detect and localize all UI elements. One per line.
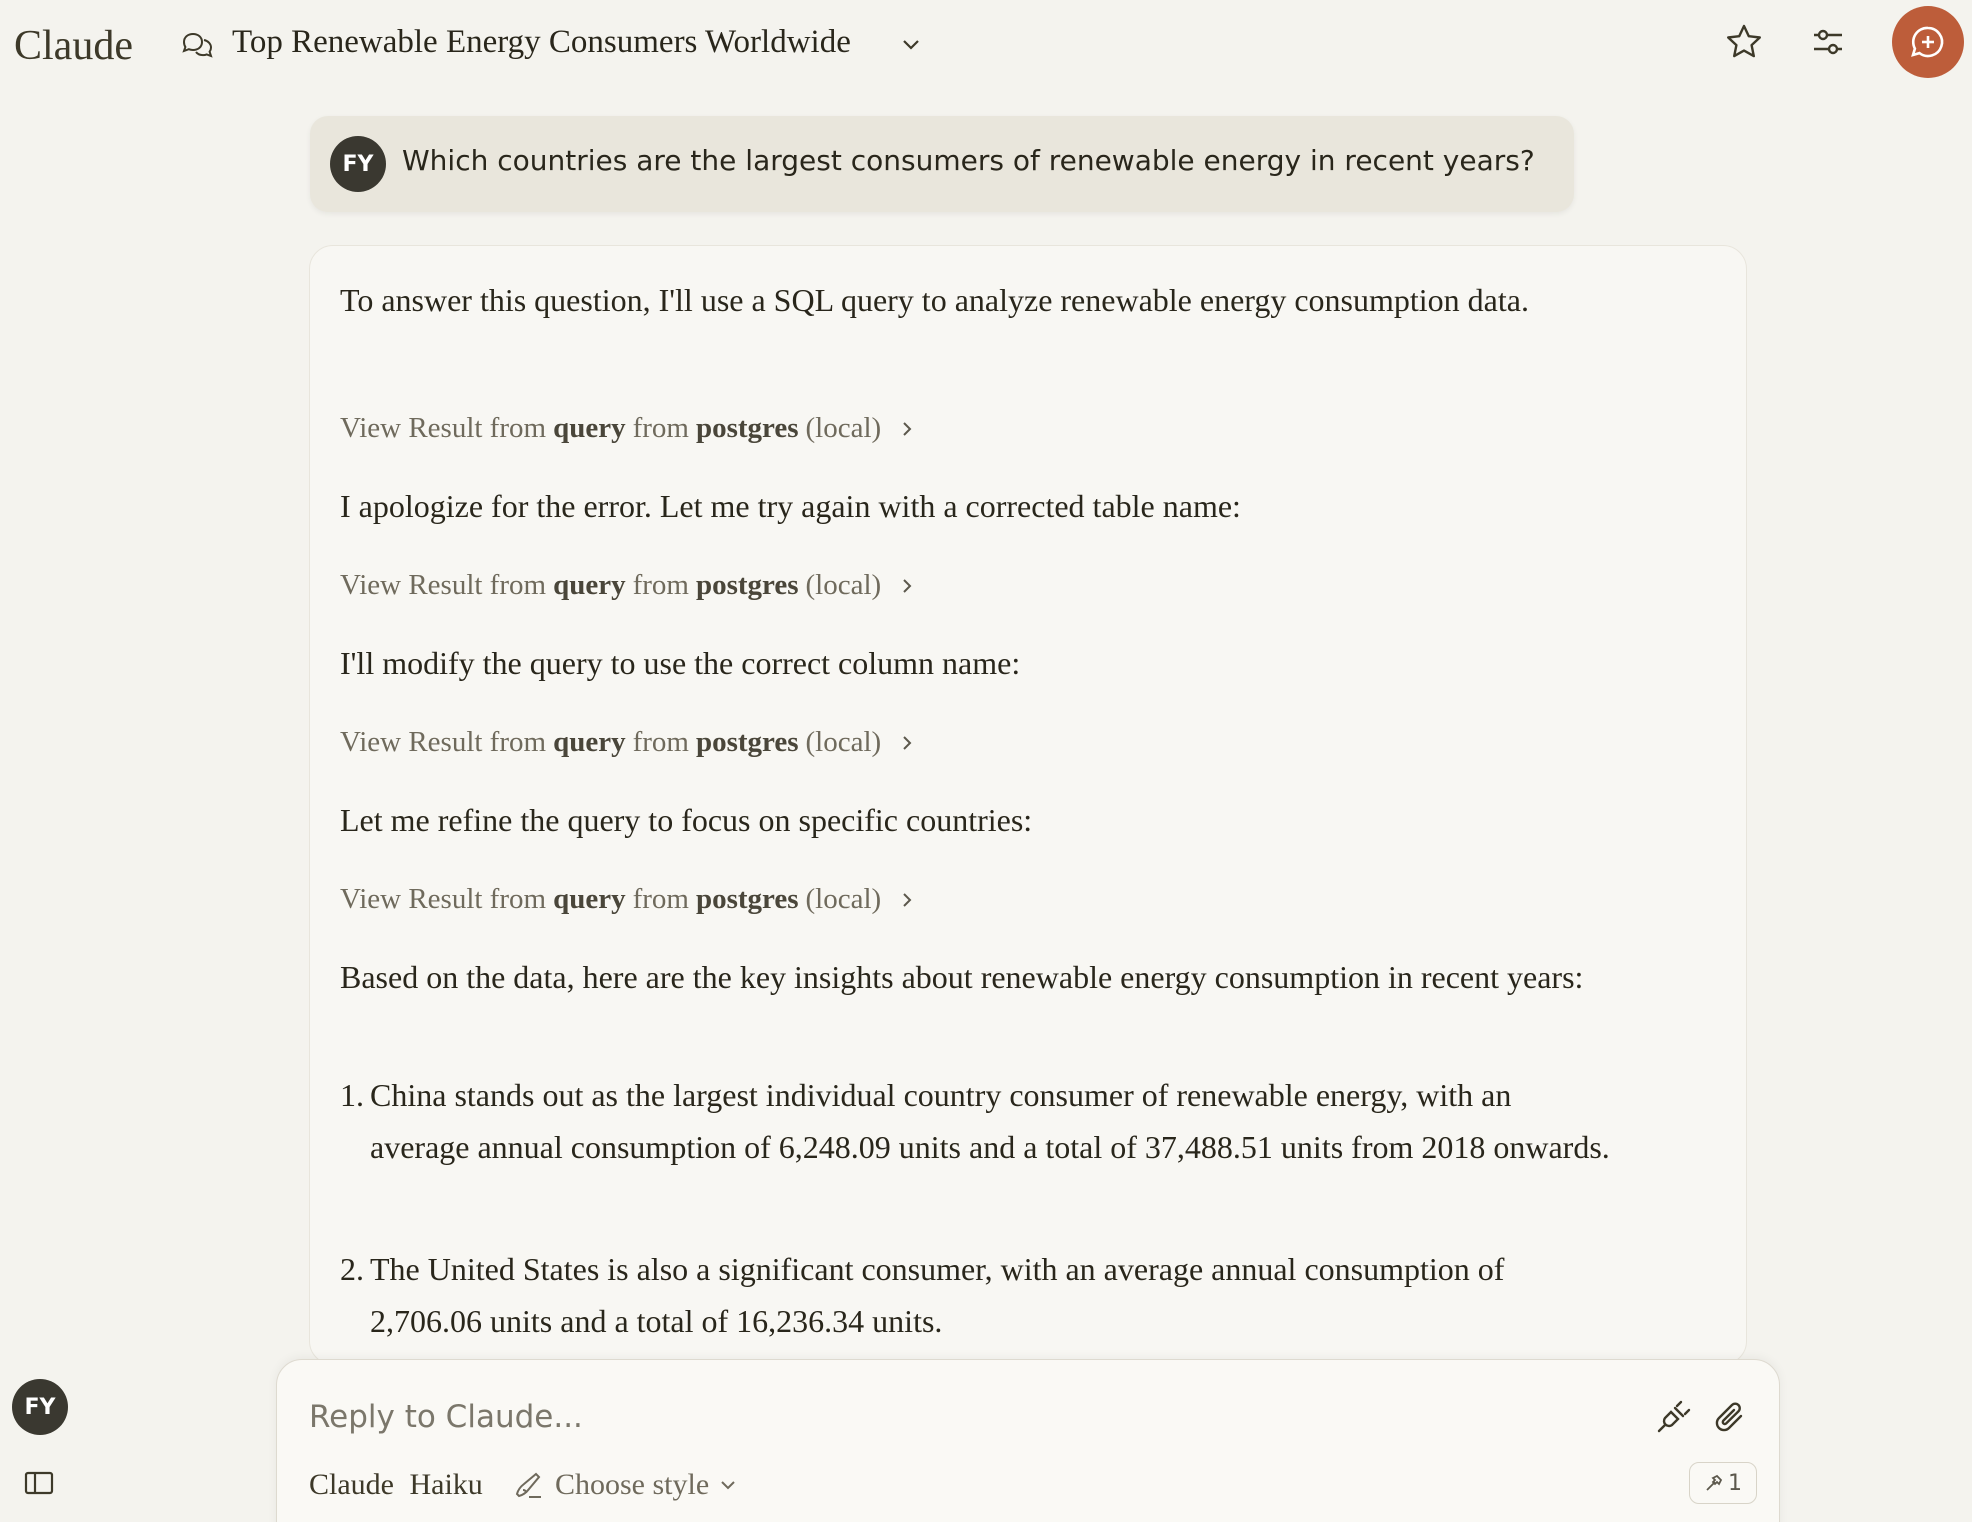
new-chat-button[interactable] <box>1892 6 1964 78</box>
assistant-paragraph: To answer this question, I'll use a SQL … <box>340 282 1529 318</box>
choose-style-button[interactable]: Choose style <box>515 1468 737 1502</box>
user-avatar: FY <box>330 136 386 192</box>
tool-server: postgres <box>695 412 799 444</box>
user-message: FY Which countries are the largest consu… <box>310 116 1574 212</box>
tool-result-prefix: View Result from <box>340 412 547 444</box>
tool-result-mid: from <box>632 569 689 601</box>
tool-server: postgres <box>695 569 799 601</box>
list-item: 1. China stands out as the largest indiv… <box>340 1069 1610 1173</box>
tool-result-prefix: View Result from <box>340 883 547 915</box>
model-selector[interactable]: Claude Haiku <box>309 1468 483 1502</box>
tool-name: query <box>553 726 626 758</box>
list-number: 1. <box>340 1077 364 1113</box>
assistant-message: To answer this question, I'll use a SQL … <box>309 245 1747 1365</box>
tool-result-mid: from <box>632 412 689 444</box>
chevron-right-icon <box>903 892 912 907</box>
assistant-paragraph: I'll modify the query to use the correct… <box>340 645 1021 681</box>
chat-bubbles-icon <box>182 32 213 58</box>
chevron-down-icon <box>721 1481 735 1490</box>
tool-result-prefix: View Result from <box>340 569 547 601</box>
tool-server-scope: (local) <box>805 569 882 601</box>
list-item-text: China stands out as the largest individu… <box>370 1077 1610 1165</box>
list-item-text: The United States is also a significant … <box>370 1251 1505 1339</box>
tool-server-scope: (local) <box>805 412 882 444</box>
list-item: 2. The United States is also a significa… <box>340 1243 1610 1347</box>
hammer-icon <box>1706 1474 1723 1491</box>
tool-result-toggle[interactable]: View Result from query from postgres (lo… <box>340 726 915 759</box>
assistant-paragraph: Let me refine the query to focus on spec… <box>340 802 1033 838</box>
user-message-text: Which countries are the largest consumer… <box>402 144 1535 177</box>
tool-result-mid: from <box>632 726 689 758</box>
plug-icon[interactable] <box>1653 1398 1693 1438</box>
settings-sliders-icon[interactable] <box>1808 22 1848 62</box>
pen-style-icon <box>515 1472 541 1498</box>
tools-count: 1 <box>1728 1470 1742 1496</box>
chat-title[interactable]: Top Renewable Energy Consumers Worldwide <box>232 24 851 61</box>
chat-plus-icon <box>1911 26 1944 58</box>
chevron-right-icon <box>903 578 912 593</box>
list-number: 2. <box>340 1251 364 1287</box>
reply-input[interactable] <box>309 1392 1509 1442</box>
choose-style-label: Choose style <box>555 1468 710 1501</box>
account-avatar[interactable]: FY <box>12 1379 68 1435</box>
chevron-right-icon <box>903 735 912 750</box>
assistant-paragraph: Based on the data, here are the key insi… <box>340 959 1584 995</box>
assistant-paragraph: I apologize for the error. Let me try ag… <box>340 488 1241 524</box>
sidebar-toggle-icon[interactable] <box>24 1470 54 1496</box>
tool-server: postgres <box>695 883 799 915</box>
tool-result-toggle[interactable]: View Result from query from postgres (lo… <box>340 569 915 602</box>
star-icon[interactable] <box>1724 22 1764 62</box>
tool-server-scope: (local) <box>805 883 882 915</box>
tool-server-scope: (local) <box>805 726 882 758</box>
tool-name: query <box>553 883 626 915</box>
tool-name: query <box>553 569 626 601</box>
paperclip-icon[interactable] <box>1711 1398 1751 1438</box>
tool-result-mid: from <box>632 883 689 915</box>
chevron-down-icon[interactable] <box>900 34 922 56</box>
tool-result-prefix: View Result from <box>340 726 547 758</box>
tool-result-toggle[interactable]: View Result from query from postgres (lo… <box>340 883 915 916</box>
model-variant: Haiku <box>409 1468 483 1501</box>
tools-badge[interactable]: 1 <box>1689 1462 1757 1504</box>
chevron-right-icon <box>903 421 912 436</box>
tool-name: query <box>553 412 626 444</box>
app-logo[interactable]: Claude <box>14 22 133 70</box>
tool-result-toggle[interactable]: View Result from query from postgres (lo… <box>340 412 915 445</box>
model-brand: Claude <box>309 1468 394 1501</box>
tool-server: postgres <box>695 726 799 758</box>
top-bar: Claude Top Renewable Energy Consumers Wo… <box>0 0 1972 88</box>
reply-composer: Claude Haiku Choose style 1 <box>276 1359 1780 1522</box>
